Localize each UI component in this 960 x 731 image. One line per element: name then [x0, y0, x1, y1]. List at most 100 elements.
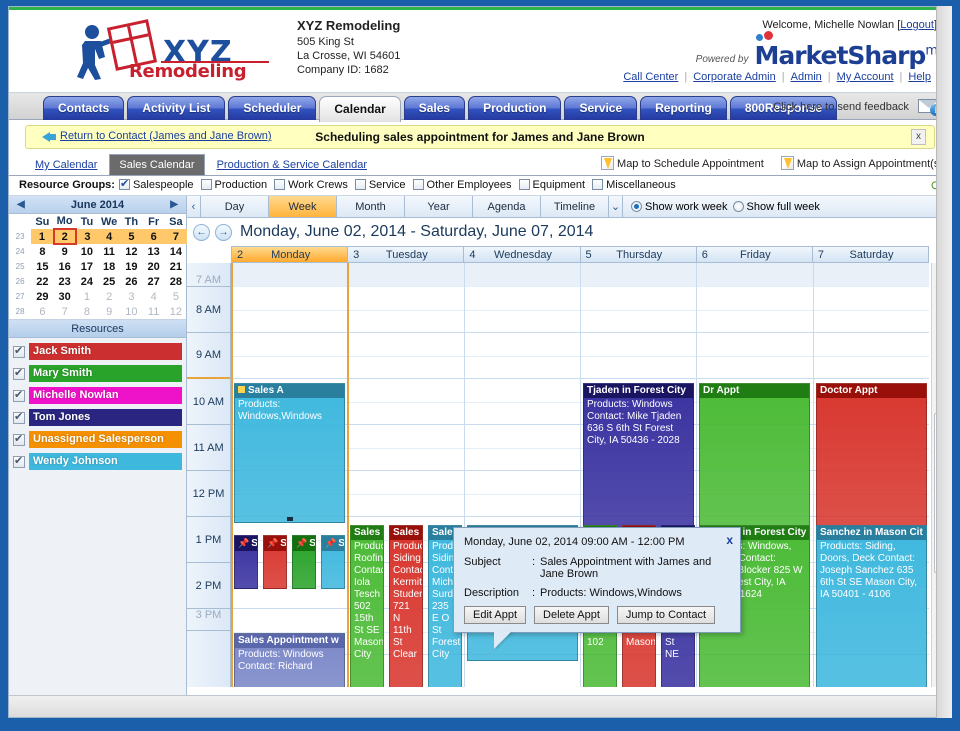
popup-close-button[interactable]: x: [726, 533, 733, 547]
subtab-my-calendar[interactable]: My Calendar: [25, 154, 107, 175]
resource-item[interactable]: Jack Smith: [13, 343, 182, 360]
tab-reporting[interactable]: Reporting: [640, 96, 727, 120]
resource-item[interactable]: Michelle Nowlan: [13, 387, 182, 404]
tab-production[interactable]: Production: [468, 96, 561, 120]
tab-sales[interactable]: Sales: [404, 96, 465, 120]
resource-item[interactable]: Tom Jones: [13, 409, 182, 426]
mini-cal-day[interactable]: 6: [143, 229, 165, 244]
radio-show-work-week[interactable]: Show work week: [631, 201, 728, 213]
resource-checkbox-icon[interactable]: [13, 412, 25, 424]
mini-cal-day[interactable]: 9: [98, 304, 120, 319]
view-tab-agenda[interactable]: Agenda: [473, 196, 541, 217]
tab-activity-list[interactable]: Activity List: [127, 96, 225, 120]
mini-cal-day[interactable]: 20: [143, 259, 165, 274]
mini-cal-day[interactable]: 5: [165, 289, 187, 304]
subtab-sales-calendar[interactable]: Sales Calendar: [109, 154, 204, 175]
resource-group-equipment[interactable]: Equipment: [519, 179, 586, 191]
appointment-block[interactable]: Doctor Appt: [816, 383, 927, 533]
view-overflow-icon[interactable]: ⌄: [609, 196, 623, 217]
day-header-friday[interactable]: 6Friday: [696, 246, 812, 263]
view-tab-year[interactable]: Year: [405, 196, 473, 217]
day-header-saturday[interactable]: 7Saturday: [812, 246, 929, 263]
tab-scheduler[interactable]: Scheduler: [228, 96, 316, 120]
mini-cal-day[interactable]: 7: [54, 304, 76, 319]
link-my-account[interactable]: My Account: [837, 71, 894, 83]
link-admin[interactable]: Admin: [791, 71, 822, 83]
mini-cal-day[interactable]: 1: [31, 229, 53, 244]
appointment-block[interactable]: Sales AProducts: Windows,Windows: [234, 383, 345, 523]
mini-cal-day[interactable]: 10: [120, 304, 142, 319]
mini-cal-day[interactable]: 4: [143, 289, 165, 304]
day-header-tuesday[interactable]: 3Tuesday: [347, 246, 463, 263]
resource-group-miscellaneous[interactable]: Miscellaneous: [592, 179, 676, 191]
mini-cal-day[interactable]: 13: [143, 244, 165, 259]
range-next-button[interactable]: →: [215, 224, 232, 241]
tab-service[interactable]: Service: [564, 96, 637, 120]
jump-to-contact-button[interactable]: Jump to Contact: [617, 606, 715, 624]
appointment-block[interactable]: Sales AProducts: Siding Contact: Kermit …: [389, 525, 423, 687]
mini-cal-day[interactable]: 10: [76, 244, 98, 259]
range-prev-button[interactable]: ←: [193, 224, 210, 241]
map-to-assign-appointments[interactable]: Map to Assign Appointment(s): [781, 156, 943, 170]
appointment-block[interactable]: Sales AProducts: Roofing Contact: Iola T…: [350, 525, 384, 687]
mini-cal-day[interactable]: 16: [54, 259, 76, 274]
mini-cal-day[interactable]: 3: [120, 289, 142, 304]
mini-cal-day[interactable]: 28: [165, 274, 187, 289]
view-tab-timeline[interactable]: Timeline: [541, 196, 609, 217]
delete-appt-button[interactable]: Delete Appt: [534, 606, 609, 624]
mini-cal-day[interactable]: 21: [165, 259, 187, 274]
map-to-schedule-appointment[interactable]: Map to Schedule Appointment: [601, 156, 764, 170]
mini-cal-day[interactable]: 12: [120, 244, 142, 259]
resource-group-production[interactable]: Production: [201, 179, 268, 191]
resource-group-salespeople[interactable]: Salespeople: [119, 179, 194, 191]
mini-cal-day[interactable]: 29: [31, 289, 53, 304]
resource-item[interactable]: Wendy Johnson: [13, 453, 182, 470]
appointment-block[interactable]: Sanchez in Mason CitProducts: Siding, Do…: [816, 525, 927, 687]
mini-cal-day[interactable]: 17: [76, 259, 98, 274]
resize-grip[interactable]: [287, 517, 293, 521]
mini-cal-prev-icon[interactable]: ◀: [17, 199, 25, 210]
mini-cal-next-icon[interactable]: ▶: [170, 199, 178, 210]
mini-cal-day[interactable]: 5: [120, 229, 142, 244]
day-header-wednesday[interactable]: 4Wednesday: [463, 246, 579, 263]
mini-cal-day[interactable]: 8: [31, 244, 53, 259]
view-tab-month[interactable]: Month: [337, 196, 405, 217]
feedback-area[interactable]: Click here to send feedback i: [773, 99, 939, 113]
mini-cal-day[interactable]: 14: [165, 244, 187, 259]
mini-cal-day[interactable]: 11: [143, 304, 165, 319]
resource-checkbox-icon[interactable]: [13, 434, 25, 446]
mini-cal-day[interactable]: 6: [31, 304, 53, 319]
mini-cal-day[interactable]: 7: [165, 229, 187, 244]
appointment-block[interactable]: Dr Appt: [699, 383, 810, 533]
mini-cal-day[interactable]: 15: [31, 259, 53, 274]
mini-cal-day[interactable]: 24: [76, 274, 98, 289]
link-call-center[interactable]: Call Center: [623, 71, 678, 83]
mini-cal-day[interactable]: 8: [76, 304, 98, 319]
resource-checkbox-icon[interactable]: [13, 346, 25, 358]
mini-cal-day[interactable]: 1: [76, 289, 98, 304]
mini-cal-day[interactable]: 12: [165, 304, 187, 319]
mini-cal-day[interactable]: 2: [98, 289, 120, 304]
day-header-thursday[interactable]: 5Thursday: [580, 246, 696, 263]
mini-cal-day[interactable]: 11: [98, 244, 120, 259]
resource-checkbox-icon[interactable]: [13, 456, 25, 468]
resource-checkbox-icon[interactable]: [13, 368, 25, 380]
resource-group-other-employees[interactable]: Other Employees: [413, 179, 512, 191]
tab-contacts[interactable]: Contacts: [43, 96, 124, 120]
resource-item[interactable]: Mary Smith: [13, 365, 182, 382]
mini-cal-day[interactable]: 25: [98, 274, 120, 289]
link-help[interactable]: Help: [908, 71, 931, 83]
collapse-sidebar-icon[interactable]: ‹: [187, 196, 201, 217]
appointment-block[interactable]: 📌Sal: [234, 535, 258, 589]
radio-show-full-week[interactable]: Show full week: [733, 201, 820, 213]
edit-appt-button[interactable]: Edit Appt: [464, 606, 526, 624]
mini-cal-day[interactable]: 22: [31, 274, 53, 289]
appointment-block[interactable]: Sales Appointment wProducts: Windows Con…: [234, 633, 345, 687]
appointment-block[interactable]: 📌Sal: [321, 535, 345, 589]
appointment-block[interactable]: Tjaden in Forest CityProducts: Windows C…: [583, 383, 694, 533]
mini-cal-day[interactable]: 26: [120, 274, 142, 289]
resource-checkbox-icon[interactable]: [13, 390, 25, 402]
notice-close-button[interactable]: x: [911, 129, 926, 145]
resource-group-work-crews[interactable]: Work Crews: [274, 179, 348, 191]
mini-cal-day[interactable]: 27: [143, 274, 165, 289]
